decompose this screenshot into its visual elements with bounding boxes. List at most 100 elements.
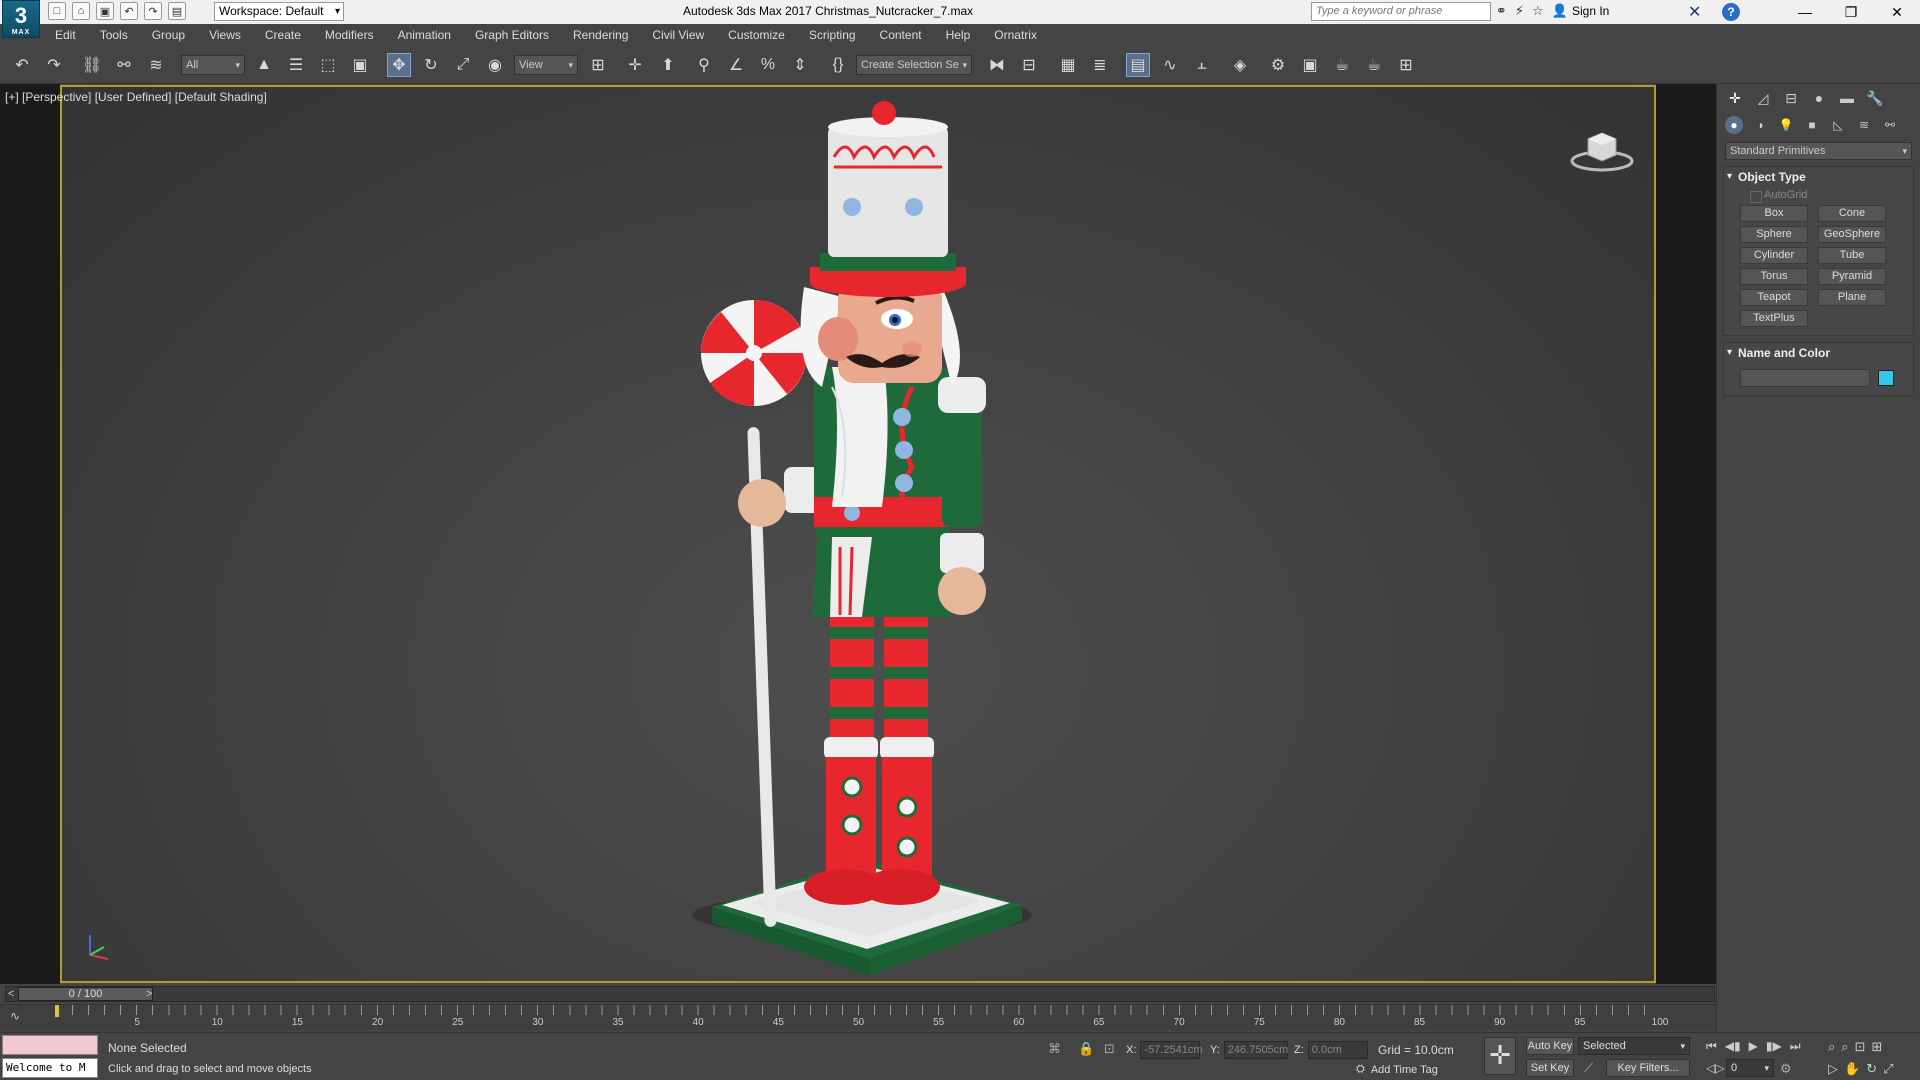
goto-end-icon[interactable]: ⏭ bbox=[1790, 1039, 1801, 1054]
project-folder-icon[interactable]: ▤ bbox=[168, 2, 186, 20]
menu-tools[interactable]: Tools bbox=[100, 28, 128, 42]
goto-start-icon[interactable]: ⏮ bbox=[1706, 1039, 1717, 1054]
keyword-search-input[interactable]: Type a keyword or phrase bbox=[1311, 2, 1491, 21]
window-crossing-icon[interactable]: ▣ bbox=[348, 53, 372, 77]
tube-button[interactable]: Tube bbox=[1818, 247, 1886, 264]
keyboard-shortcut-override-icon[interactable]: ⬆ bbox=[656, 53, 680, 77]
menu-modifiers[interactable]: Modifiers bbox=[325, 28, 374, 42]
create-tab-icon[interactable]: ✛ bbox=[1725, 88, 1745, 108]
zoom-all-icon[interactable]: ⌕ bbox=[1841, 1039, 1848, 1055]
hierarchy-tab-icon[interactable]: ⊟ bbox=[1781, 88, 1801, 108]
named-selection-set-dropdown[interactable]: Create Selection Se bbox=[856, 55, 972, 75]
pan-view-icon[interactable]: ✋ bbox=[1844, 1061, 1860, 1077]
object-name-field[interactable] bbox=[1740, 369, 1870, 387]
render-in-cloud-icon[interactable]: ⊞ bbox=[1394, 53, 1418, 77]
cameras-icon[interactable]: ■ bbox=[1803, 116, 1821, 134]
sign-in-link[interactable]: Sign In bbox=[1572, 4, 1609, 18]
menu-graph-editors[interactable]: Graph Editors bbox=[475, 28, 549, 42]
autogrid-checkbox[interactable]: AutoGrid bbox=[1724, 189, 1913, 203]
object-type-header[interactable]: Object Type bbox=[1724, 167, 1913, 187]
orbit-icon[interactable]: ↻ bbox=[1866, 1061, 1877, 1077]
geometry-icon[interactable]: ● bbox=[1725, 116, 1743, 134]
select-and-scale-icon[interactable]: ⤢ bbox=[451, 53, 475, 77]
primitive-category-dropdown[interactable]: Standard Primitives bbox=[1725, 142, 1912, 160]
torus-button[interactable]: Torus bbox=[1740, 268, 1808, 285]
angle-snap-icon[interactable]: ∠ bbox=[724, 53, 748, 77]
open-file-icon[interactable]: ⌂ bbox=[72, 2, 90, 20]
mirror-icon[interactable]: ⧓ bbox=[985, 53, 1009, 77]
key-tangent-icon[interactable]: ⟋ bbox=[1584, 1060, 1593, 1076]
cylinder-button[interactable]: Cylinder bbox=[1740, 247, 1808, 264]
teapot-button[interactable]: Teapot bbox=[1740, 289, 1808, 306]
select-object-icon[interactable]: ▲ bbox=[252, 53, 276, 77]
cone-button[interactable]: Cone bbox=[1818, 205, 1886, 222]
menu-views[interactable]: Views bbox=[209, 28, 241, 42]
select-and-place-icon[interactable]: ◉ bbox=[483, 53, 507, 77]
help-icon[interactable]: ? bbox=[1722, 3, 1740, 21]
x-coord-field[interactable]: -57.2541cm bbox=[1140, 1041, 1203, 1059]
plane-button[interactable]: Plane bbox=[1818, 289, 1886, 306]
field-of-view-icon[interactable]: ▷ bbox=[1828, 1061, 1838, 1077]
zoom-extents-icon[interactable]: ⊡ bbox=[1855, 1039, 1866, 1055]
user-icon[interactable]: 👤 bbox=[1552, 3, 1568, 19]
play-icon[interactable]: ▶ bbox=[1749, 1039, 1758, 1054]
favorites-star-icon[interactable]: ☆ bbox=[1532, 3, 1544, 19]
name-and-color-header[interactable]: Name and Color bbox=[1724, 343, 1913, 363]
curve-editor-icon[interactable]: ∿ bbox=[1158, 53, 1182, 77]
y-coord-field[interactable]: 246.7505cm bbox=[1223, 1041, 1288, 1059]
maximize-viewport-icon[interactable]: ⤢ bbox=[1883, 1061, 1893, 1077]
material-editor-icon[interactable]: ◈ bbox=[1228, 53, 1252, 77]
track-bar[interactable]: ∿ 5 10 15 20 25 30 35 40 45 50 55 60 65 70 75 80 85 90 95 1… bbox=[0, 1004, 1716, 1030]
helpers-icon[interactable]: ◺ bbox=[1829, 116, 1847, 134]
auto-key-button[interactable]: Auto Key bbox=[1526, 1037, 1574, 1055]
systems-icon[interactable]: ⚯ bbox=[1881, 116, 1899, 134]
new-file-icon[interactable]: □ bbox=[48, 2, 66, 20]
time-prev-arrow-icon[interactable]: < bbox=[8, 988, 14, 1000]
z-coord-field[interactable]: 0.0cm bbox=[1307, 1041, 1368, 1059]
space-warps-icon[interactable]: ≋ bbox=[1855, 116, 1873, 134]
key-mode-dropdown[interactable]: Selected bbox=[1578, 1037, 1690, 1055]
zoom-icon[interactable]: ⌕ bbox=[1828, 1039, 1835, 1055]
previous-frame-icon[interactable]: ◀▮ bbox=[1725, 1039, 1741, 1054]
sphere-button[interactable]: Sphere bbox=[1740, 226, 1808, 243]
spinner-snap-icon[interactable]: ⇕ bbox=[788, 53, 812, 77]
maxscript-listener-input[interactable]: Welcome to M bbox=[2, 1058, 98, 1078]
render-setup-icon[interactable]: ⚙ bbox=[1266, 53, 1290, 77]
align-icon[interactable]: ⊟ bbox=[1017, 53, 1041, 77]
box-button[interactable]: Box bbox=[1740, 205, 1808, 222]
select-by-name-icon[interactable]: ☰ bbox=[284, 53, 308, 77]
geosphere-button[interactable]: GeoSphere bbox=[1818, 226, 1886, 243]
pivot-center-icon[interactable]: ⊞ bbox=[586, 53, 610, 77]
save-file-icon[interactable]: ▣ bbox=[96, 2, 114, 20]
menu-edit[interactable]: Edit bbox=[55, 28, 76, 42]
menu-civil-view[interactable]: Civil View bbox=[652, 28, 704, 42]
render-production-icon[interactable]: ☕ bbox=[1330, 53, 1354, 77]
menu-create[interactable]: Create bbox=[265, 28, 301, 42]
shapes-icon[interactable]: ◑ bbox=[1751, 116, 1769, 134]
menu-ornatrix[interactable]: Ornatrix bbox=[994, 28, 1037, 42]
key-filters-button[interactable]: Key Filters... bbox=[1606, 1059, 1690, 1077]
modify-tab-icon[interactable]: ◿ bbox=[1753, 88, 1773, 108]
next-frame-icon[interactable]: ▮▶ bbox=[1766, 1039, 1782, 1054]
unlink-icon[interactable]: ⚯ bbox=[112, 53, 136, 77]
menu-help[interactable]: Help bbox=[946, 28, 971, 42]
menu-customize[interactable]: Customize bbox=[728, 28, 785, 42]
add-time-tag-button[interactable]: ⛭ Add Time Tag bbox=[1356, 1063, 1438, 1076]
time-slider-thumb[interactable]: 0 / 100 bbox=[18, 987, 153, 1001]
undo-icon[interactable]: ↶ bbox=[10, 53, 34, 77]
app-menu-button[interactable]: 3 MAX bbox=[2, 0, 40, 38]
set-keys-button[interactable]: ✛ bbox=[1484, 1037, 1516, 1075]
current-frame-field[interactable]: 0 bbox=[1726, 1059, 1774, 1077]
schematic-view-icon[interactable]: ⫠ bbox=[1190, 53, 1214, 77]
undo-icon[interactable]: ↶ bbox=[120, 2, 138, 20]
viewport-label[interactable]: [+] [Perspective] [User Defined] [Defaul… bbox=[5, 90, 267, 104]
absolute-offset-mode-icon[interactable]: ⊡ bbox=[1104, 1041, 1115, 1057]
manipulate-icon[interactable]: ✛ bbox=[623, 53, 647, 77]
menu-scripting[interactable]: Scripting bbox=[809, 28, 856, 42]
utilities-tab-icon[interactable]: 🔧 bbox=[1865, 88, 1885, 108]
isolate-selection-icon[interactable]: ⌘ bbox=[1048, 1041, 1061, 1057]
menu-group[interactable]: Group bbox=[152, 28, 185, 42]
viewcube[interactable] bbox=[1570, 125, 1634, 173]
selection-filter-dropdown[interactable]: All bbox=[181, 55, 245, 75]
lights-icon[interactable]: 💡 bbox=[1777, 116, 1795, 134]
